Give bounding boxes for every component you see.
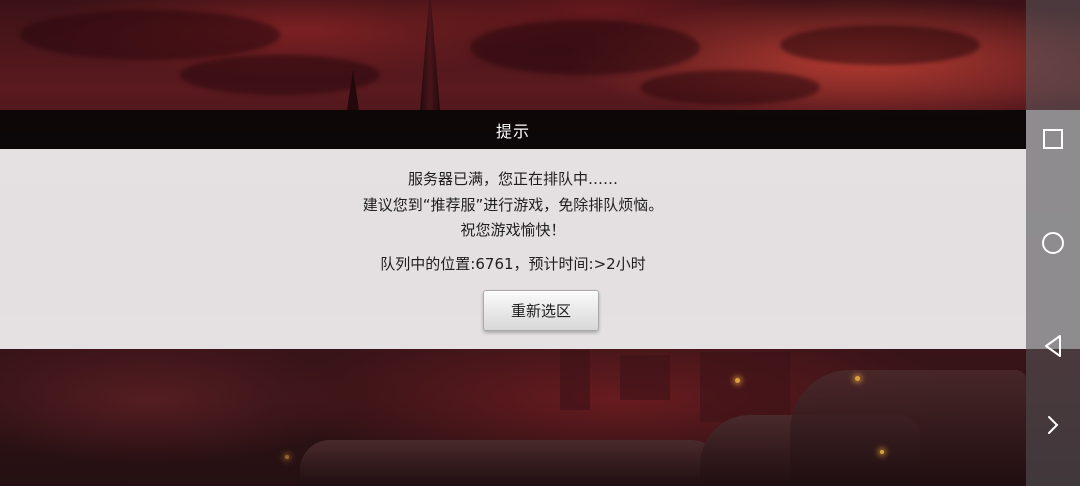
cloud [20, 10, 280, 60]
back-button[interactable] [1026, 324, 1080, 368]
recommend-server-message: 建议您到“推荐服”进行游戏，免除排队烦恼。 [362, 196, 664, 214]
cloud [780, 25, 980, 65]
ruined-building [700, 352, 790, 422]
queue-position-info: 队列中的位置:6761，预计时间:>2小时 [380, 255, 646, 273]
dialog-body: 服务器已满，您正在排队中…… 建议您到“推荐服”进行游戏，免除排队烦恼。 祝您游… [0, 149, 1026, 349]
home-circle-icon [1042, 232, 1064, 254]
dialog-title: 提示 [495, 121, 530, 141]
server-full-message: 服务器已满，您正在排队中…… [407, 170, 618, 188]
foreground-cliff [790, 370, 1026, 486]
ruined-building [620, 355, 670, 400]
reselect-server-button[interactable]: 重新选区 [483, 290, 599, 331]
recents-square-icon [1043, 129, 1063, 149]
back-triangle-icon [1045, 335, 1061, 357]
system-nav-bar [1026, 0, 1080, 486]
ruined-building [560, 350, 590, 410]
game-screen: 提示 服务器已满，您正在排队中…… 建议您到“推荐服”进行游戏，免除排队烦恼。 … [0, 0, 1080, 486]
expand-nav-button[interactable] [1026, 403, 1080, 447]
dialog-title-bar: 提示 [0, 110, 1026, 149]
home-button[interactable] [1026, 221, 1080, 265]
cloud [180, 55, 380, 95]
greeting-message: 祝您游戏愉快！ [460, 221, 566, 239]
cloud [470, 20, 700, 75]
recents-button[interactable] [1026, 117, 1080, 161]
ember-spark [735, 378, 740, 383]
radio-tower [420, 0, 440, 110]
ember-spark [880, 450, 884, 454]
expand-chevron-icon [1048, 416, 1059, 434]
foreground-rock [300, 440, 730, 486]
ember-spark [855, 376, 860, 381]
ember-spark [285, 455, 289, 459]
cloud [640, 70, 820, 105]
